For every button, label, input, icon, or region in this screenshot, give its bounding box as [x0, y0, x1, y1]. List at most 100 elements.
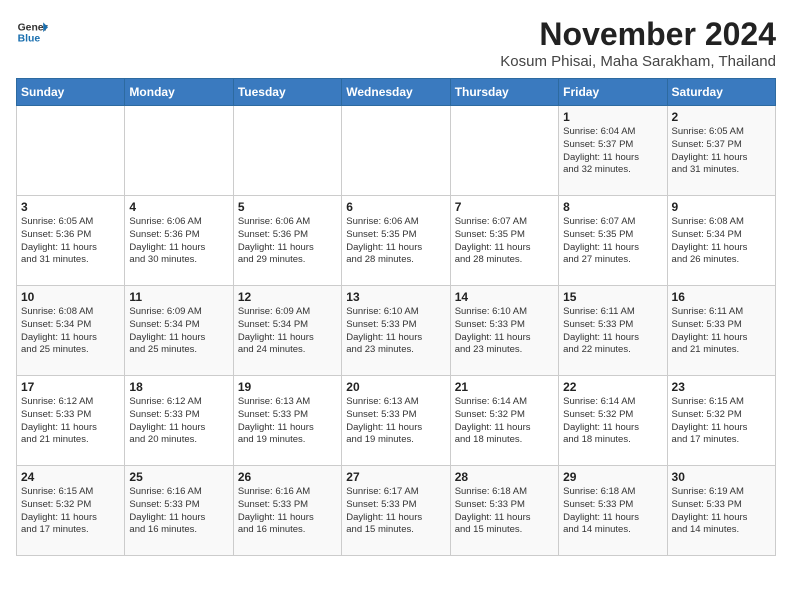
weekday-header-saturday: Saturday — [667, 79, 775, 106]
day-number: 14 — [455, 290, 554, 304]
day-number: 27 — [346, 470, 445, 484]
day-info: Sunrise: 6:15 AM Sunset: 5:32 PM Dayligh… — [672, 396, 771, 447]
day-number: 4 — [129, 200, 228, 214]
day-info: Sunrise: 6:10 AM Sunset: 5:33 PM Dayligh… — [346, 306, 445, 357]
weekday-header-thursday: Thursday — [450, 79, 558, 106]
weekday-header-sunday: Sunday — [17, 79, 125, 106]
day-number: 12 — [238, 290, 337, 304]
day-number: 26 — [238, 470, 337, 484]
calendar-cell: 22 Sunrise: 6:14 AM Sunset: 5:32 PM Dayli… — [559, 376, 667, 466]
day-info: Sunrise: 6:13 AM Sunset: 5:33 PM Dayligh… — [346, 396, 445, 447]
day-number: 8 — [563, 200, 662, 214]
day-info: Sunrise: 6:12 AM Sunset: 5:33 PM Dayligh… — [21, 396, 120, 447]
title-block: November 2024 Kosum Phisai, Maha Sarakha… — [500, 16, 776, 70]
day-info: Sunrise: 6:17 AM Sunset: 5:33 PM Dayligh… — [346, 486, 445, 537]
calendar-cell: 21Sunrise: 6:14 AM Sunset: 5:32 PM Dayli… — [450, 376, 558, 466]
day-info: Sunrise: 6:15 AM Sunset: 5:32 PM Dayligh… — [21, 486, 120, 537]
location: Kosum Phisai, Maha Sarakham, Thailand — [500, 53, 776, 70]
day-info: Sunrise: 6:13 AM Sunset: 5:33 PM Dayligh… — [238, 396, 337, 447]
calendar-cell: 25Sunrise: 6:16 AM Sunset: 5:33 PM Dayli… — [125, 466, 233, 556]
day-number: 20 — [346, 380, 445, 394]
calendar-cell: 6Sunrise: 6:06 AM Sunset: 5:35 PM Daylig… — [342, 196, 450, 286]
day-info: Sunrise: 6:07 AM Sunset: 5:35 PM Dayligh… — [563, 216, 662, 267]
day-number: 17 — [21, 380, 120, 394]
weekday-header-tuesday: Tuesday — [233, 79, 341, 106]
logo-icon: General Blue — [16, 16, 48, 48]
calendar-cell: 9 Sunrise: 6:08 AM Sunset: 5:34 PM Daylig… — [667, 196, 775, 286]
day-number: 9 — [672, 200, 771, 214]
day-info: Sunrise: 6:11 AM Sunset: 5:33 PM Dayligh… — [672, 306, 771, 357]
calendar-cell: 5Sunrise: 6:06 AM Sunset: 5:36 PM Daylig… — [233, 196, 341, 286]
day-number: 25 — [129, 470, 228, 484]
day-info: Sunrise: 6:12 AM Sunset: 5:33 PM Dayligh… — [129, 396, 228, 447]
day-info: Sunrise: 6:05 AM Sunset: 5:36 PM Dayligh… — [21, 216, 120, 267]
day-number: 23 — [672, 380, 771, 394]
calendar-cell: 18 Sunrise: 6:12 AM Sunset: 5:33 PM Dayli… — [125, 376, 233, 466]
day-number: 7 — [455, 200, 554, 214]
calendar-cell: 16 Sunrise: 6:11 AM Sunset: 5:33 PM Dayli… — [667, 286, 775, 376]
calendar-cell: 29Sunrise: 6:18 AM Sunset: 5:33 PM Dayli… — [559, 466, 667, 556]
day-info: Sunrise: 6:11 AM Sunset: 5:33 PM Dayligh… — [563, 306, 662, 357]
day-info: Sunrise: 6:10 AM Sunset: 5:33 PM Dayligh… — [455, 306, 554, 357]
calendar-cell: 8 Sunrise: 6:07 AM Sunset: 5:35 PM Daylig… — [559, 196, 667, 286]
week-row-1: 1 Sunrise: 6:04 AM Sunset: 5:37 PM Daylig… — [17, 106, 776, 196]
calendar-cell — [17, 106, 125, 196]
weekday-header-row: SundayMondayTuesdayWednesdayThursdayFrid… — [17, 79, 776, 106]
calendar-cell: 28Sunrise: 6:18 AM Sunset: 5:33 PM Dayli… — [450, 466, 558, 556]
day-number: 24 — [21, 470, 120, 484]
calendar-cell: 11Sunrise: 6:09 AM Sunset: 5:34 PM Dayli… — [125, 286, 233, 376]
day-info: Sunrise: 6:05 AM Sunset: 5:37 PM Dayligh… — [672, 126, 771, 177]
day-info: Sunrise: 6:06 AM Sunset: 5:35 PM Dayligh… — [346, 216, 445, 267]
day-number: 13 — [346, 290, 445, 304]
calendar-cell: 23 Sunrise: 6:15 AM Sunset: 5:32 PM Dayli… — [667, 376, 775, 466]
calendar-cell: 12 Sunrise: 6:09 AM Sunset: 5:34 PM Dayli… — [233, 286, 341, 376]
day-info: Sunrise: 6:14 AM Sunset: 5:32 PM Dayligh… — [563, 396, 662, 447]
day-info: Sunrise: 6:18 AM Sunset: 5:33 PM Dayligh… — [455, 486, 554, 537]
day-number: 3 — [21, 200, 120, 214]
calendar-cell: 15 Sunrise: 6:11 AM Sunset: 5:33 PM Dayli… — [559, 286, 667, 376]
day-info: Sunrise: 6:08 AM Sunset: 5:34 PM Dayligh… — [672, 216, 771, 267]
day-info: Sunrise: 6:16 AM Sunset: 5:33 PM Dayligh… — [238, 486, 337, 537]
calendar-cell: 17 Sunrise: 6:12 AM Sunset: 5:33 PM Dayli… — [17, 376, 125, 466]
calendar-cell — [450, 106, 558, 196]
calendar-cell: 13 Sunrise: 6:10 AM Sunset: 5:33 PM Dayli… — [342, 286, 450, 376]
day-number: 30 — [672, 470, 771, 484]
logo: General Blue — [16, 16, 48, 48]
day-info: Sunrise: 6:09 AM Sunset: 5:34 PM Dayligh… — [238, 306, 337, 357]
day-number: 19 — [238, 380, 337, 394]
day-number: 16 — [672, 290, 771, 304]
weekday-header-monday: Monday — [125, 79, 233, 106]
svg-text:Blue: Blue — [18, 34, 41, 45]
calendar-cell: 24 Sunrise: 6:15 AM Sunset: 5:32 PM Dayli… — [17, 466, 125, 556]
calendar-cell: 3 Sunrise: 6:05 AM Sunset: 5:36 PM Daylig… — [17, 196, 125, 286]
day-info: Sunrise: 6:06 AM Sunset: 5:36 PM Dayligh… — [129, 216, 228, 267]
day-number: 18 — [129, 380, 228, 394]
day-info: Sunrise: 6:19 AM Sunset: 5:33 PM Dayligh… — [672, 486, 771, 537]
calendar-cell — [342, 106, 450, 196]
day-info: Sunrise: 6:09 AM Sunset: 5:34 PM Dayligh… — [129, 306, 228, 357]
day-info: Sunrise: 6:06 AM Sunset: 5:36 PM Dayligh… — [238, 216, 337, 267]
day-number: 1 — [563, 110, 662, 124]
calendar-cell: 14 Sunrise: 6:10 AM Sunset: 5:33 PM Dayli… — [450, 286, 558, 376]
page-header: General Blue November 2024 Kosum Phisai,… — [16, 16, 776, 70]
day-info: Sunrise: 6:04 AM Sunset: 5:37 PM Dayligh… — [563, 126, 662, 177]
week-row-4: 17 Sunrise: 6:12 AM Sunset: 5:33 PM Dayli… — [17, 376, 776, 466]
week-row-3: 10Sunrise: 6:08 AM Sunset: 5:34 PM Dayli… — [17, 286, 776, 376]
calendar-cell: 26 Sunrise: 6:16 AM Sunset: 5:33 PM Dayli… — [233, 466, 341, 556]
calendar-cell: 20 Sunrise: 6:13 AM Sunset: 5:33 PM Dayli… — [342, 376, 450, 466]
day-info: Sunrise: 6:08 AM Sunset: 5:34 PM Dayligh… — [21, 306, 120, 357]
calendar-cell: 30 Sunrise: 6:19 AM Sunset: 5:33 PM Dayli… — [667, 466, 775, 556]
day-number: 22 — [563, 380, 662, 394]
week-row-2: 3 Sunrise: 6:05 AM Sunset: 5:36 PM Daylig… — [17, 196, 776, 286]
calendar-cell: 2Sunrise: 6:05 AM Sunset: 5:37 PM Daylig… — [667, 106, 775, 196]
calendar-cell — [233, 106, 341, 196]
calendar-cell: 27 Sunrise: 6:17 AM Sunset: 5:33 PM Dayli… — [342, 466, 450, 556]
day-info: Sunrise: 6:07 AM Sunset: 5:35 PM Dayligh… — [455, 216, 554, 267]
calendar-table: SundayMondayTuesdayWednesdayThursdayFrid… — [16, 78, 776, 556]
day-number: 15 — [563, 290, 662, 304]
weekday-header-friday: Friday — [559, 79, 667, 106]
calendar-cell — [125, 106, 233, 196]
weekday-header-wednesday: Wednesday — [342, 79, 450, 106]
day-number: 21 — [455, 380, 554, 394]
day-info: Sunrise: 6:18 AM Sunset: 5:33 PM Dayligh… — [563, 486, 662, 537]
